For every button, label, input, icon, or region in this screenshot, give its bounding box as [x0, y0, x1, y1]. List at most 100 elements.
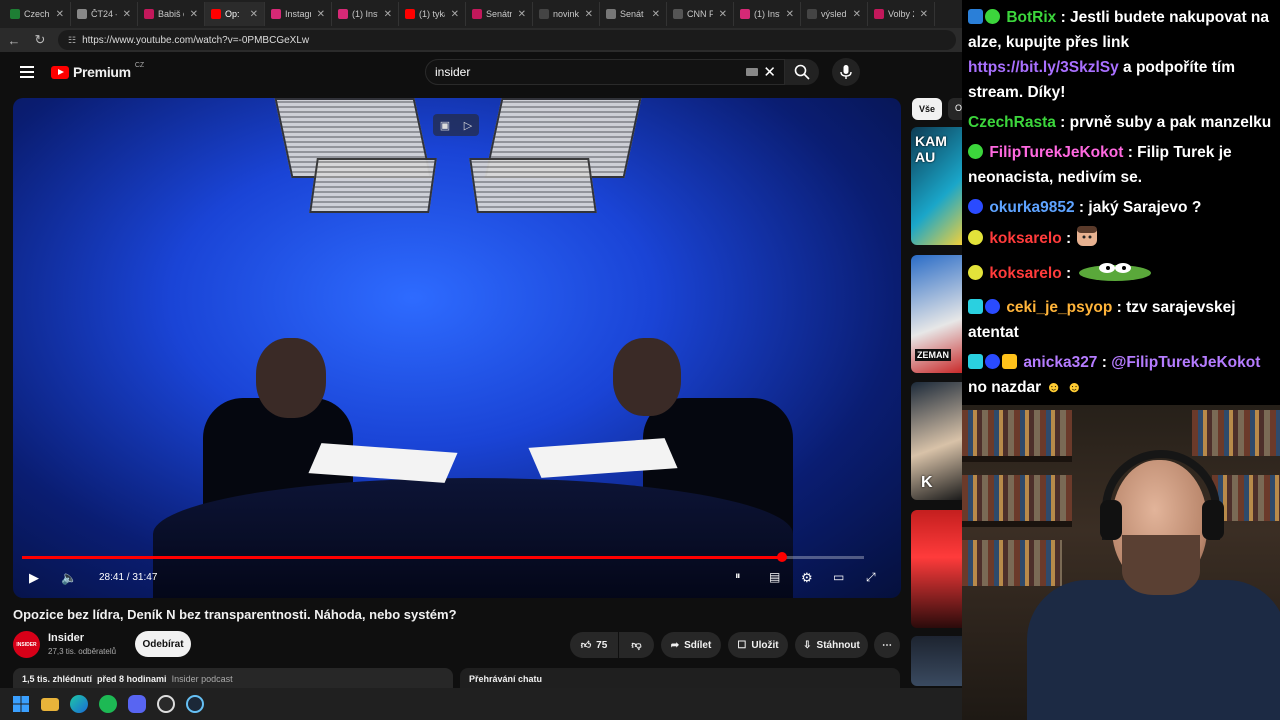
recommended-thumbnail[interactable]	[911, 510, 962, 628]
tab-close-icon[interactable]: ✕	[786, 9, 794, 20]
browser-tab[interactable]: Senát P ✕	[600, 2, 667, 26]
clear-search-icon[interactable]: ✕	[763, 63, 776, 81]
video-player[interactable]: ▣ ▷ ▶ 🔈 28:41 / 31:47 ⏸ ▤ ⚙ ▭ ⤢	[13, 98, 901, 598]
miniplayer-icon[interactable]: ▣	[440, 119, 450, 132]
search-input[interactable]: insider ✕	[425, 59, 785, 85]
browser-address-bar: ← ↻ ☷ https://www.youtube.com/watch?v=-0…	[0, 28, 962, 52]
tab-close-icon[interactable]: ✕	[652, 9, 660, 20]
browser-tab[interactable]: novinky ✕	[533, 2, 600, 26]
volume-icon[interactable]: 🔈	[61, 570, 77, 586]
laughing-emoji-icon: ☻ ☻	[1045, 379, 1083, 396]
stream-chat-overlay: BotRix : Jestli budete nakupovat na alze…	[962, 0, 1280, 405]
browser-tab[interactable]: ČT24 – ✕	[71, 2, 138, 26]
description-box[interactable]: 1,5 tis. zhlédnutí před 8 hodinami Insid…	[13, 668, 453, 688]
channel-avatar[interactable]: INSIDER	[13, 631, 40, 658]
tab-close-icon[interactable]: ✕	[317, 9, 325, 20]
bookshelf	[1192, 410, 1280, 456]
subscribe-button[interactable]: Odebírat	[135, 631, 191, 657]
edge-icon[interactable]	[70, 695, 88, 713]
scrubber-handle[interactable]	[776, 552, 787, 562]
thumbs-down-icon: 👎︎	[631, 640, 642, 651]
discord-icon[interactable]	[128, 695, 146, 713]
tab-label: Op:	[225, 9, 240, 19]
download-label: Stáhnout	[816, 639, 860, 651]
recommended-thumbnail[interactable]: ZEMAN	[911, 255, 962, 373]
tab-label: Volby 2(	[888, 9, 914, 19]
reload-icon[interactable]: ↻	[32, 32, 48, 48]
recommended-thumbnail[interactable]: KAM AU	[911, 127, 962, 245]
browser-tab[interactable]: Op: ✕	[205, 2, 265, 26]
windows-start-icon[interactable]	[12, 695, 30, 713]
theater-mode-icon[interactable]: ▭	[833, 570, 844, 584]
fullscreen-icon[interactable]: ⤢	[866, 570, 876, 585]
share-button[interactable]: ➦ Sdílet	[661, 632, 721, 658]
chat-link[interactable]: https://bit.ly/3SkzlSy	[968, 59, 1119, 76]
recommended-thumbnail[interactable]	[911, 636, 962, 686]
download-icon: ⇩	[803, 639, 812, 651]
video-tag[interactable]: Insider podcast	[172, 674, 233, 684]
chat-replay-header[interactable]: Přehrávání chatu	[460, 668, 900, 688]
search-button[interactable]	[785, 59, 819, 85]
more-actions-button[interactable]: ⋯	[874, 632, 900, 658]
progress-bar[interactable]	[22, 552, 864, 562]
browser-tab[interactable]: Instagra ✕	[265, 2, 332, 26]
tab-close-icon[interactable]: ✕	[190, 9, 198, 20]
youtube-premium-logo[interactable]: Premium CZ	[51, 62, 144, 80]
url-field[interactable]: ☷ https://www.youtube.com/watch?v=-0PMBC…	[58, 30, 956, 50]
dislike-button[interactable]: 👎︎	[619, 632, 654, 658]
cast-icon[interactable]: ▷	[464, 119, 472, 132]
more-icon: ⋯	[882, 639, 892, 651]
chat-username: ceki_je_psyop	[1006, 299, 1113, 316]
tab-favicon-icon	[673, 9, 683, 19]
subscriber-count: 27,3 tis. odběratelů	[48, 647, 117, 656]
voice-search-button[interactable]	[832, 58, 860, 86]
browser-tab[interactable]: (1) tyka ✕	[399, 2, 466, 26]
browser-tab[interactable]: výsledk ✕	[801, 2, 868, 26]
brand-label: Premium	[73, 64, 131, 80]
tab-close-icon[interactable]: ✕	[585, 9, 593, 20]
tab-close-icon[interactable]: ✕	[56, 9, 64, 20]
chat-message: BotRix : Jestli budete nakupovat na alze…	[968, 9, 1270, 101]
browser-tab[interactable]: (1) Insta ✕	[332, 2, 399, 26]
tab-close-icon[interactable]: ✕	[384, 9, 392, 20]
tab-close-icon[interactable]: ✕	[451, 9, 459, 20]
tab-close-icon[interactable]: ✕	[123, 9, 131, 20]
back-icon[interactable]: ←	[6, 33, 22, 48]
screen: CzechC✕ČT24 –✕Babiš o:✕Op:✕Instagra✕(1) …	[0, 0, 1280, 720]
browser-tab[interactable]: Senátn ✕	[466, 2, 533, 26]
sub-badge-icon	[985, 299, 1000, 314]
save-button[interactable]: ☐ Uložit	[728, 632, 788, 658]
tab-close-icon[interactable]: ✕	[719, 9, 727, 20]
chip-second[interactable]: O	[948, 98, 962, 120]
tab-label: (1) Insta	[352, 9, 378, 19]
upload-date: před 8 hodinami	[97, 674, 167, 684]
steam-icon[interactable]	[186, 695, 204, 713]
site-info-icon[interactable]: ☷	[68, 35, 76, 46]
crown-badge-icon	[1002, 354, 1017, 369]
browser-tab[interactable]: Volby 2( ✕	[868, 2, 935, 26]
menu-icon[interactable]	[20, 66, 34, 78]
streamer-webcam	[962, 405, 1280, 720]
obs-icon[interactable]	[157, 695, 175, 713]
play-icon[interactable]: ▶	[29, 570, 39, 586]
studio-light	[309, 158, 437, 213]
browser-tab[interactable]: (1) Insta ✕	[734, 2, 801, 26]
tab-close-icon[interactable]: ✕	[250, 9, 258, 20]
file-explorer-icon[interactable]	[41, 697, 59, 711]
settings-icon[interactable]: ⚙	[801, 570, 813, 586]
subtitles-icon[interactable]: ▤	[769, 570, 780, 584]
download-button[interactable]: ⇩ Stáhnout	[795, 632, 868, 658]
tab-close-icon[interactable]: ✕	[853, 9, 861, 20]
tab-close-icon[interactable]: ✕	[518, 9, 526, 20]
autoplay-toggle-icon[interactable]: ⏸	[735, 570, 741, 583]
keyboard-icon[interactable]	[746, 68, 758, 76]
like-button[interactable]: 👍︎ 75	[570, 632, 618, 658]
chip-all[interactable]: Vše	[912, 98, 942, 120]
channel-name[interactable]: Insider	[48, 632, 84, 644]
tab-close-icon[interactable]: ✕	[920, 9, 928, 20]
browser-tab[interactable]: CNN Pr ✕	[667, 2, 734, 26]
browser-tab[interactable]: Babiš o: ✕	[138, 2, 205, 26]
recommended-thumbnail[interactable]: K	[911, 382, 962, 500]
spotify-icon[interactable]	[99, 695, 117, 713]
browser-tab[interactable]: CzechC ✕	[4, 2, 71, 26]
